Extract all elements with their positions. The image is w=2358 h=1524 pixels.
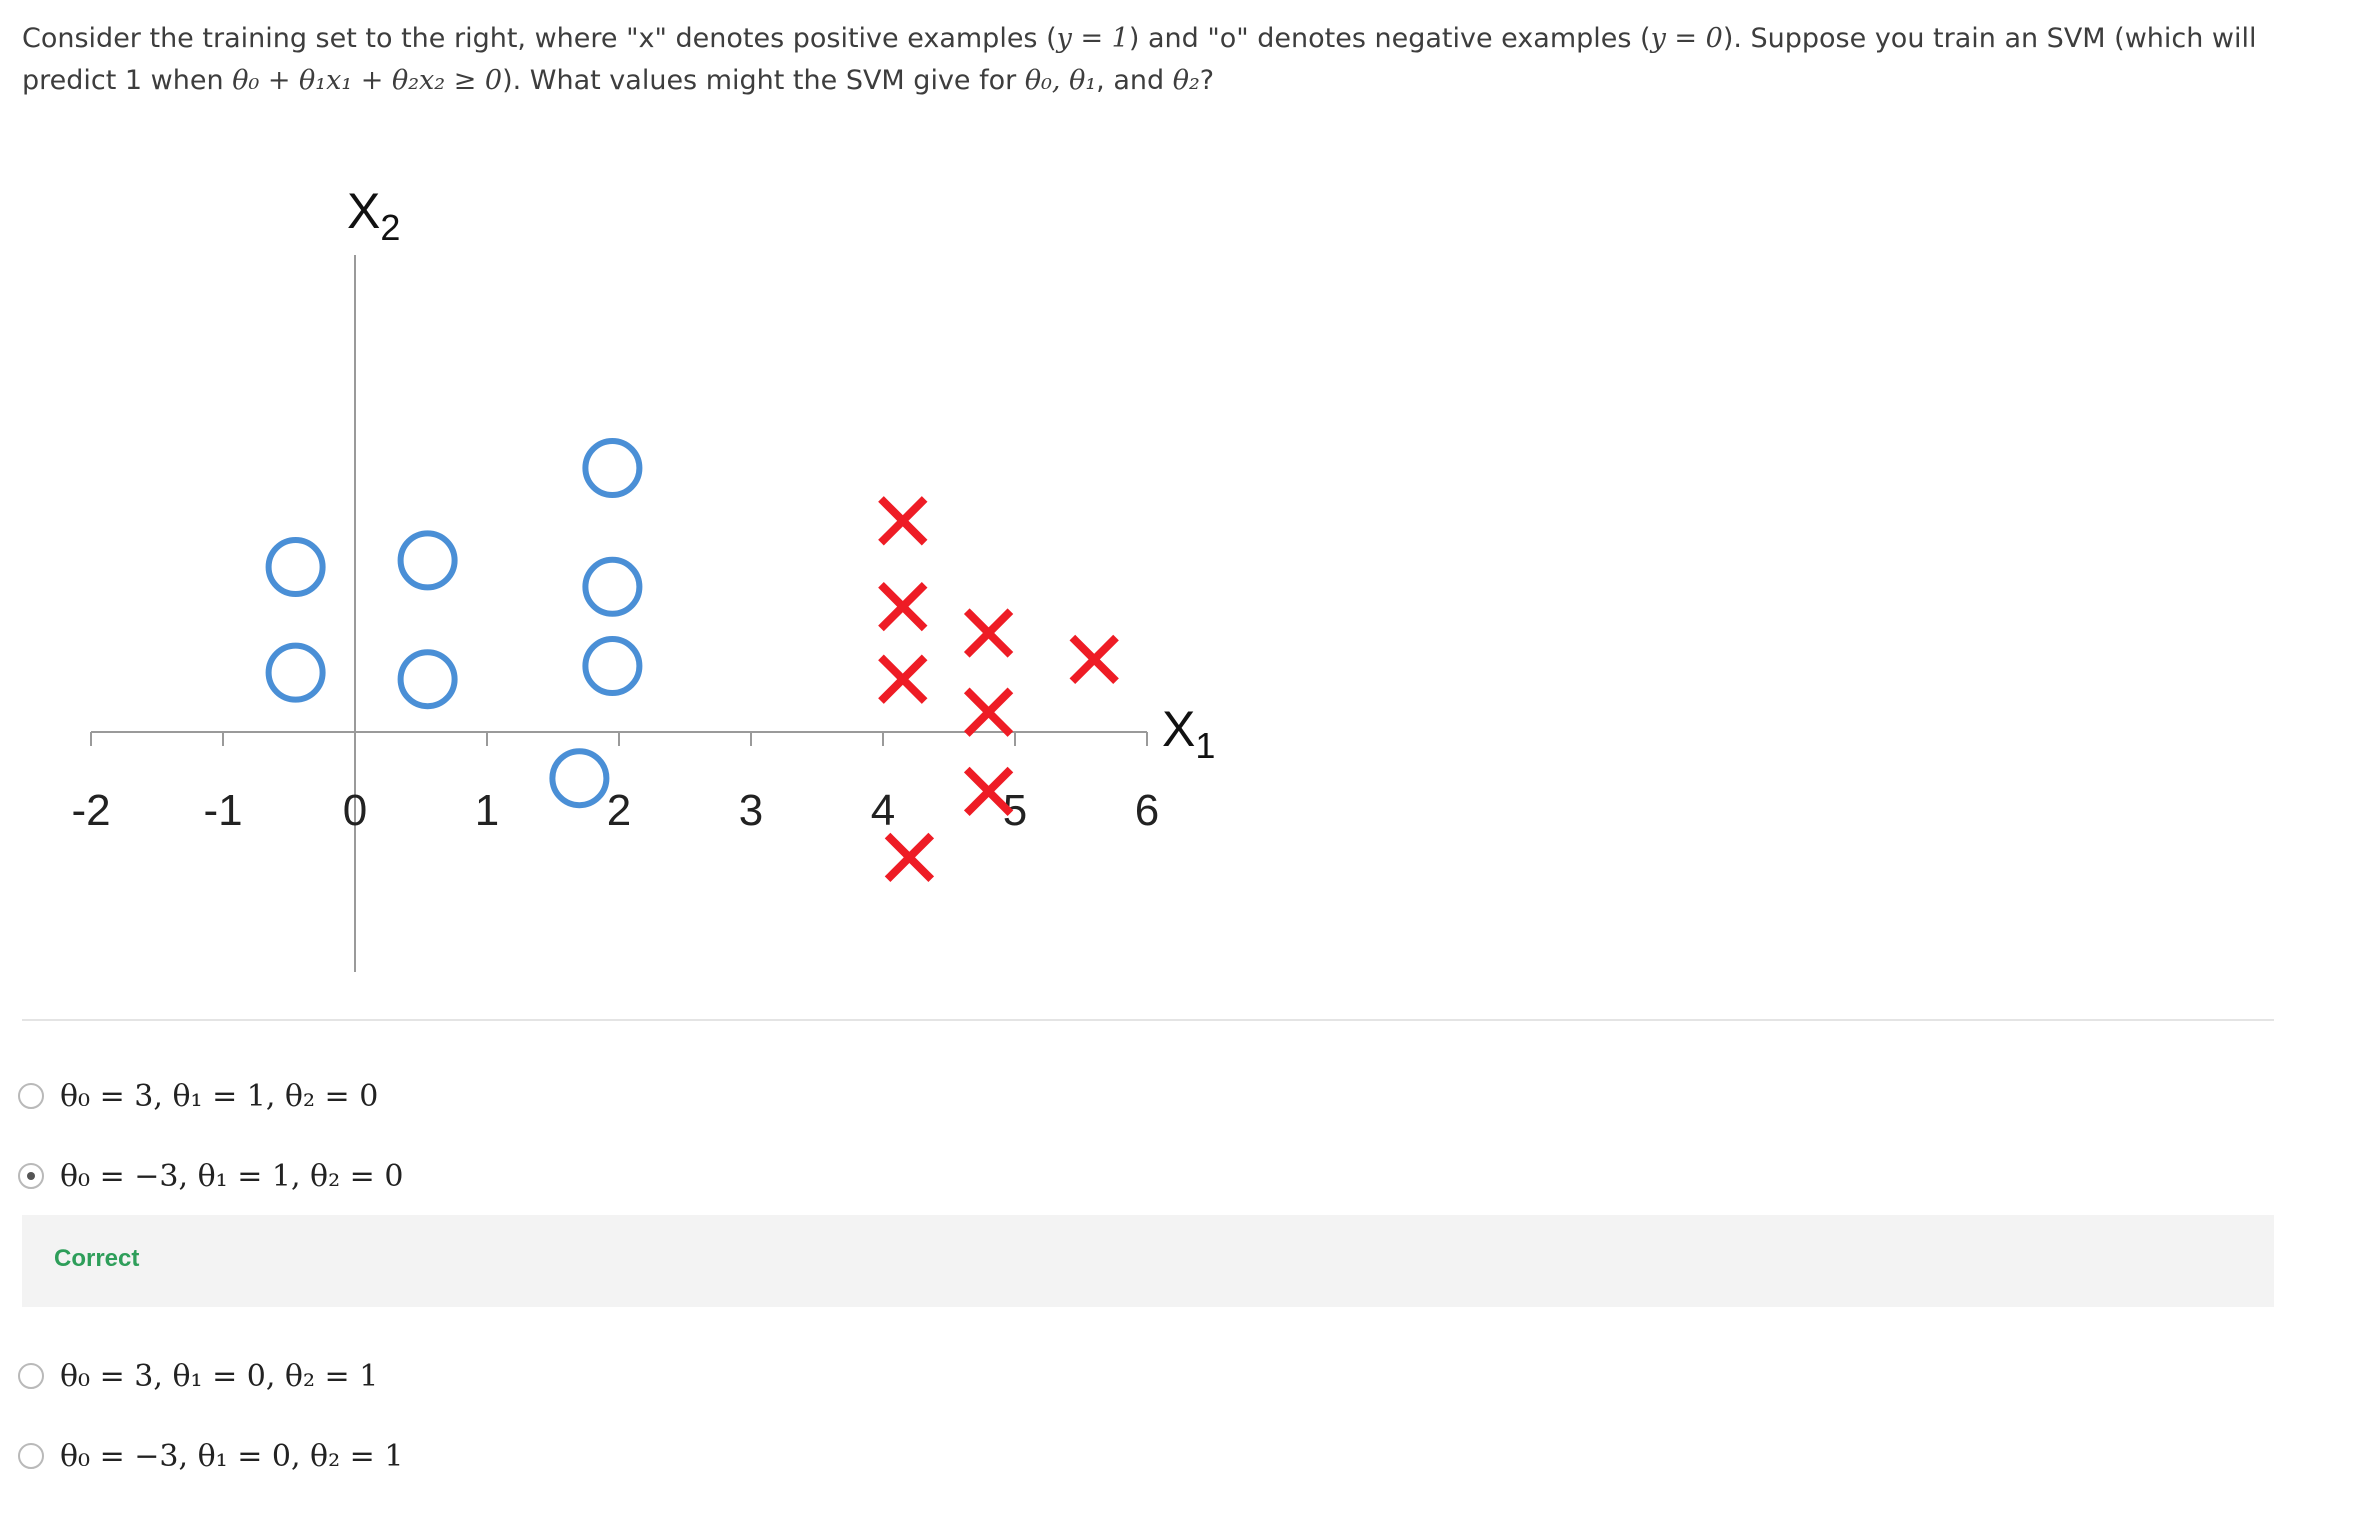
answer-option-4[interactable]: θ₀ = −3, θ₁ = 0, θ₂ = 1 bbox=[18, 1435, 403, 1477]
positive-point-0 bbox=[878, 496, 928, 546]
x-tick-label: -2 bbox=[71, 786, 110, 835]
answer-option-3[interactable]: θ₀ = 3, θ₁ = 0, θ₂ = 1 bbox=[18, 1355, 378, 1397]
scatter-plot: -2 -1 0 1 2 3 4 5 6X2X1 bbox=[71, 183, 1215, 972]
negative-point-2 bbox=[397, 530, 458, 591]
positive-point-3 bbox=[963, 608, 1014, 658]
negative-point-5 bbox=[582, 556, 643, 617]
question-part-f: ? bbox=[1199, 65, 1215, 96]
question-part-e: , and bbox=[1096, 65, 1173, 96]
x-tick-label: 6 bbox=[1135, 786, 1159, 835]
negative-point-1 bbox=[265, 642, 326, 703]
x-axis-label: X1 bbox=[1162, 701, 1215, 766]
positive-point-4 bbox=[963, 687, 1014, 737]
answer-option-1-text: θ₀ = 3, θ₁ = 1, θ₂ = 0 bbox=[60, 1078, 379, 1114]
radio-option-4[interactable] bbox=[18, 1443, 44, 1469]
x-tick-label: 2 bbox=[607, 786, 631, 835]
question-part-d: ). What values might the SVM give for bbox=[502, 65, 1025, 96]
feedback-label: Correct bbox=[54, 1245, 140, 1272]
answer-option-4-text: θ₀ = −3, θ₁ = 0, θ₂ = 1 bbox=[60, 1438, 404, 1474]
x-tick-label: 3 bbox=[739, 786, 763, 835]
positive-point-2 bbox=[878, 654, 928, 704]
answer-option-2[interactable]: θ₀ = −3, θ₁ = 1, θ₂ = 0 bbox=[18, 1155, 403, 1197]
question-part-b: ) and "o" denotes negative examples ( bbox=[1128, 23, 1651, 54]
negative-point-3 bbox=[397, 649, 458, 710]
y-axis-label: X2 bbox=[347, 183, 400, 248]
negative-point-0 bbox=[265, 537, 326, 597]
negative-point-7 bbox=[549, 748, 610, 809]
x-tick-label: 1 bbox=[475, 786, 499, 835]
question-text: Consider the training set to the right, … bbox=[22, 18, 2302, 102]
negative-point-6 bbox=[582, 636, 643, 696]
x-tick-label: 0 bbox=[343, 786, 367, 835]
question-math-c: θ₀ + θ₁x₁ + θ₂x₂ ≥ 0 bbox=[232, 65, 503, 96]
positive-point-6 bbox=[1069, 634, 1119, 685]
question-math-b: y = 0 bbox=[1650, 23, 1723, 54]
answer-option-3-text: θ₀ = 3, θ₁ = 0, θ₂ = 1 bbox=[60, 1358, 379, 1394]
answer-option-2-text: θ₀ = −3, θ₁ = 1, θ₂ = 0 bbox=[60, 1158, 404, 1194]
section-divider bbox=[22, 1019, 2274, 1021]
radio-option-3[interactable] bbox=[18, 1363, 44, 1389]
question-part-a: Consider the training set to the right, … bbox=[22, 23, 1057, 54]
radio-option-1[interactable] bbox=[18, 1083, 44, 1109]
x-tick-label: -1 bbox=[203, 786, 242, 835]
positive-point-1 bbox=[878, 581, 928, 632]
question-math-a: y = 1 bbox=[1056, 23, 1129, 54]
negative-point-4 bbox=[582, 438, 643, 498]
radio-option-2[interactable] bbox=[18, 1163, 44, 1189]
question-math-e: θ₂ bbox=[1172, 65, 1200, 96]
positive-point-7 bbox=[884, 832, 935, 883]
answer-option-1[interactable]: θ₀ = 3, θ₁ = 1, θ₂ = 0 bbox=[18, 1075, 378, 1117]
question-math-d: θ₀, θ₁ bbox=[1024, 65, 1097, 96]
x-tick-label: 4 bbox=[871, 786, 895, 835]
feedback-box: Correct bbox=[22, 1215, 2274, 1307]
